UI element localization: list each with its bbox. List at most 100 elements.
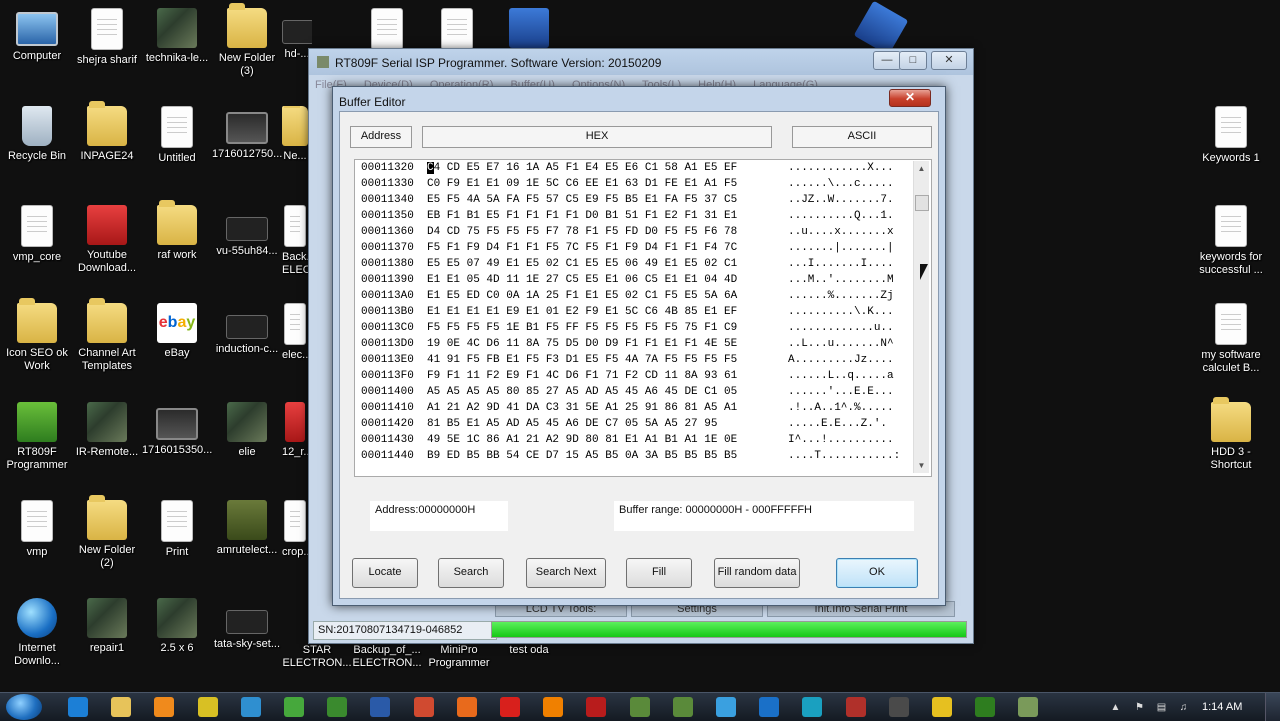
row-hex[interactable]: F5 F1 F9 D4 F1 F1 F5 7C F5 F1 F9 D4 F1 F…: [427, 240, 788, 256]
hex-editor[interactable]: 00011320 C4 CD E5 E7 16 1A A5 F1 E4 E5 E6…: [354, 159, 932, 477]
tray-network-icon[interactable]: ▤: [1156, 702, 1167, 713]
hex-row[interactable]: 00011410 A1 21 A2 9D 41 DA C3 31 5E A1 25…: [361, 400, 900, 416]
start-button[interactable]: [6, 694, 42, 720]
desktop-icon-ebay[interactable]: ebay eBay: [142, 303, 212, 360]
row-hex[interactable]: A1 21 A2 9D 41 DA C3 31 5E A1 25 91 86 8…: [427, 400, 788, 416]
desktop-icon-vmp-core[interactable]: vmp_core: [2, 205, 72, 264]
row-hex[interactable]: EB F1 B1 E5 F1 F1 F1 F1 D0 B1 51 F1 E2 F…: [427, 208, 788, 224]
app-icon[interactable]: [586, 697, 607, 717]
desktop-icon-rt809f[interactable]: RT809F Programmer: [2, 402, 72, 472]
fill-random-data-button[interactable]: Fill random data: [714, 558, 800, 588]
desktop-icon-induction[interactable]: induction-c...: [212, 303, 282, 356]
show-desktop-button[interactable]: [1265, 693, 1280, 721]
row-ascii[interactable]: ...M..'........M: [788, 274, 894, 286]
desktop-icon-youtube-downloader[interactable]: Youtube Download...: [72, 205, 142, 275]
desktop-icon-computer[interactable]: Computer: [2, 8, 72, 63]
row-ascii[interactable]: I^...!..........: [788, 434, 894, 446]
desktop-icon-technika[interactable]: technika-le...: [142, 8, 212, 65]
ie-icon[interactable]: [68, 697, 88, 717]
row-hex[interactable]: E5 F5 4A 5A FA F5 57 C5 E9 F5 B5 E1 FA F…: [427, 192, 788, 208]
vlc-icon[interactable]: [543, 697, 564, 717]
row-ascii[interactable]: ......\...c.....: [788, 178, 894, 190]
row-hex[interactable]: E1 E5 ED C0 0A 1A 25 F1 E1 E5 02 C1 F5 E…: [427, 288, 788, 304]
hex-row[interactable]: 000113E0 41 91 F5 FB E1 F5 F3 D1 E5 F5 4A…: [361, 352, 900, 368]
desktop-icon-vmp[interactable]: vmp: [2, 500, 72, 559]
hex-row[interactable]: 00011430 49 5E 1C 86 A1 21 A2 9D 80 81 E1…: [361, 432, 900, 448]
hex-row[interactable]: 00011440 B9 ED B5 BB 54 CE D7 15 A5 B5 0A…: [361, 448, 900, 464]
hex-row[interactable]: 000113F0 F9 F1 11 F2 E9 F1 4C D6 F1 71 F2…: [361, 368, 900, 384]
desktop-icon-keywords-1[interactable]: Keywords 1: [1196, 106, 1266, 165]
row-hex[interactable]: E5 E5 07 49 E1 E5 02 C1 E5 E5 06 49 E1 E…: [427, 256, 788, 272]
desktop-icon-shejra[interactable]: shejra sharif: [72, 8, 142, 67]
hex-row[interactable]: 00011320 C4 CD E5 E7 16 1A A5 F1 E4 E5 E6…: [361, 160, 900, 176]
row-ascii[interactable]: ....T...........:: [788, 450, 900, 462]
hex-row[interactable]: 000113A0 E1 E5 ED C0 0A 1A 25 F1 E1 E5 02…: [361, 288, 900, 304]
row-hex[interactable]: F9 F1 11 F2 E9 F1 4C D6 F1 71 F2 CD 11 8…: [427, 368, 788, 384]
app-icon[interactable]: [802, 697, 823, 717]
hex-row[interactable]: 00011420 81 B5 E1 A5 AD A5 45 A6 DE C7 05…: [361, 416, 900, 432]
search-button[interactable]: Search: [438, 558, 504, 588]
row-ascii[interactable]: ......'...E.E...: [788, 386, 894, 398]
desktop-icon-recycle-bin[interactable]: Recycle Bin: [2, 106, 72, 163]
desktop-icon-tata-sky[interactable]: tata-sky-set...: [212, 598, 282, 651]
hex-row[interactable]: 00011380 E5 E5 07 49 E1 E5 02 C1 E5 E5 06…: [361, 256, 900, 272]
hex-row[interactable]: 00011340 E5 F5 4A 5A FA F5 57 C5 E9 F5 B5…: [361, 192, 900, 208]
ascii-column-header[interactable]: ASCII: [792, 126, 932, 148]
desktop-icon-1716012750[interactable]: 1716012750...: [212, 106, 282, 161]
vertical-scrollbar[interactable]: ▲ ▼: [913, 161, 929, 473]
app-icon[interactable]: [888, 697, 909, 717]
row-ascii[interactable]: A.........Jz....: [788, 354, 894, 366]
fill-button[interactable]: Fill: [626, 558, 692, 588]
hex-row[interactable]: 00011360 D4 CD 75 F5 F5 F5 F7 78 F1 F5 FD…: [361, 224, 900, 240]
app-icon[interactable]: [845, 697, 866, 717]
row-hex[interactable]: A5 A5 A5 A5 80 85 27 A5 AD A5 45 A6 45 D…: [427, 384, 788, 400]
hex-row[interactable]: 000113D0 19 0E 4C D6 11 8A 75 D5 D0 D9 F1…: [361, 336, 900, 352]
tray-flag-icon[interactable]: ⚑: [1134, 702, 1145, 713]
row-ascii[interactable]: ..JZ..W.......7.: [788, 194, 894, 206]
desktop-icon-raf-work[interactable]: raf work: [142, 200, 212, 262]
hex-row[interactable]: 00011330 C0 F9 E1 E1 09 1E 5C C6 EE E1 63…: [361, 176, 900, 192]
desktop-icon-tool-top[interactable]: [846, 0, 916, 56]
app-icon[interactable]: [932, 697, 952, 717]
row-hex[interactable]: C0 F9 E1 E1 09 1E 5C C6 EE E1 63 D1 FE E…: [427, 176, 788, 192]
desktop-icon-1716015350[interactable]: 1716015350...: [142, 402, 212, 457]
row-hex[interactable]: 19 0E 4C D6 11 8A 75 D5 D0 D9 F1 F1 E1 F…: [427, 336, 788, 352]
locate-button[interactable]: Locate: [352, 558, 418, 588]
app-icon[interactable]: [1018, 697, 1039, 717]
clock[interactable]: 1:14 AM: [1202, 701, 1242, 713]
address-column-header[interactable]: Address: [350, 126, 412, 148]
scroll-up-icon[interactable]: ▲: [914, 161, 929, 176]
scroll-thumb[interactable]: [915, 195, 929, 211]
maximize-button[interactable]: □: [899, 51, 927, 70]
row-ascii[interactable]: ......L..q.....a: [788, 370, 894, 382]
row-ascii[interactable]: ..u....x.......x: [788, 226, 894, 238]
desktop-icon-print[interactable]: Print: [142, 500, 212, 559]
hex-row[interactable]: 00011400 A5 A5 A5 A5 80 85 27 A5 AD A5 45…: [361, 384, 900, 400]
row-ascii[interactable]: .....E.E...Z.'.: [788, 418, 887, 430]
desktop-icon-untitled[interactable]: Untitled: [142, 106, 212, 165]
media-player-icon[interactable]: [154, 697, 175, 717]
row-hex[interactable]: 49 5E 1C 86 A1 21 A2 9D 80 81 E1 A1 B1 A…: [427, 432, 788, 448]
chrome-icon[interactable]: [413, 697, 434, 717]
desktop-icon-new-folder-3[interactable]: New Folder (3): [212, 3, 282, 78]
desktop-icon-my-software[interactable]: my software calculet B...: [1196, 303, 1266, 375]
row-ascii[interactable]: ......%.......Zj: [788, 290, 894, 302]
dialog-close-button[interactable]: ✕: [889, 89, 931, 107]
ok-button[interactable]: OK: [836, 558, 918, 588]
row-ascii[interactable]: .............u..: [788, 322, 894, 334]
app-icon[interactable]: [759, 697, 780, 717]
desktop-icon-amrutelect[interactable]: amrutelect...: [212, 500, 282, 557]
desktop-icon-elec[interactable]: elec...: [282, 303, 308, 362]
row-hex[interactable]: E1 E1 E1 E1 E9 E1 01 E2 F9 E1 5C C6 4B 8…: [427, 304, 788, 320]
desktop-icon-keywords-successful[interactable]: keywords for successful ...: [1196, 205, 1266, 277]
desktop-icon-vu55[interactable]: vu-55uh84...: [212, 205, 282, 258]
hex-row[interactable]: 00011390 E1 E1 05 4D 11 1E 27 C5 E5 E1 06…: [361, 272, 900, 288]
desktop-icon-2-5x6[interactable]: 2.5 x 6: [142, 598, 212, 655]
app-icon[interactable]: [672, 697, 693, 717]
row-hex[interactable]: C4 CD E5 E7 16 1A A5 F1 E4 E5 E6 C1 58 A…: [427, 160, 788, 176]
tray-expand-icon[interactable]: ▲: [1110, 702, 1121, 713]
desktop-icon-12r[interactable]: 12_r...: [282, 402, 308, 459]
row-ascii[interactable]: .!..A..1^.%.....: [788, 402, 894, 414]
desktop-icon-back-elec[interactable]: Back... ELEC...: [282, 205, 308, 277]
hex-row[interactable]: 00011350 EB F1 B1 E5 F1 F1 F1 F1 D0 B1 51…: [361, 208, 900, 224]
